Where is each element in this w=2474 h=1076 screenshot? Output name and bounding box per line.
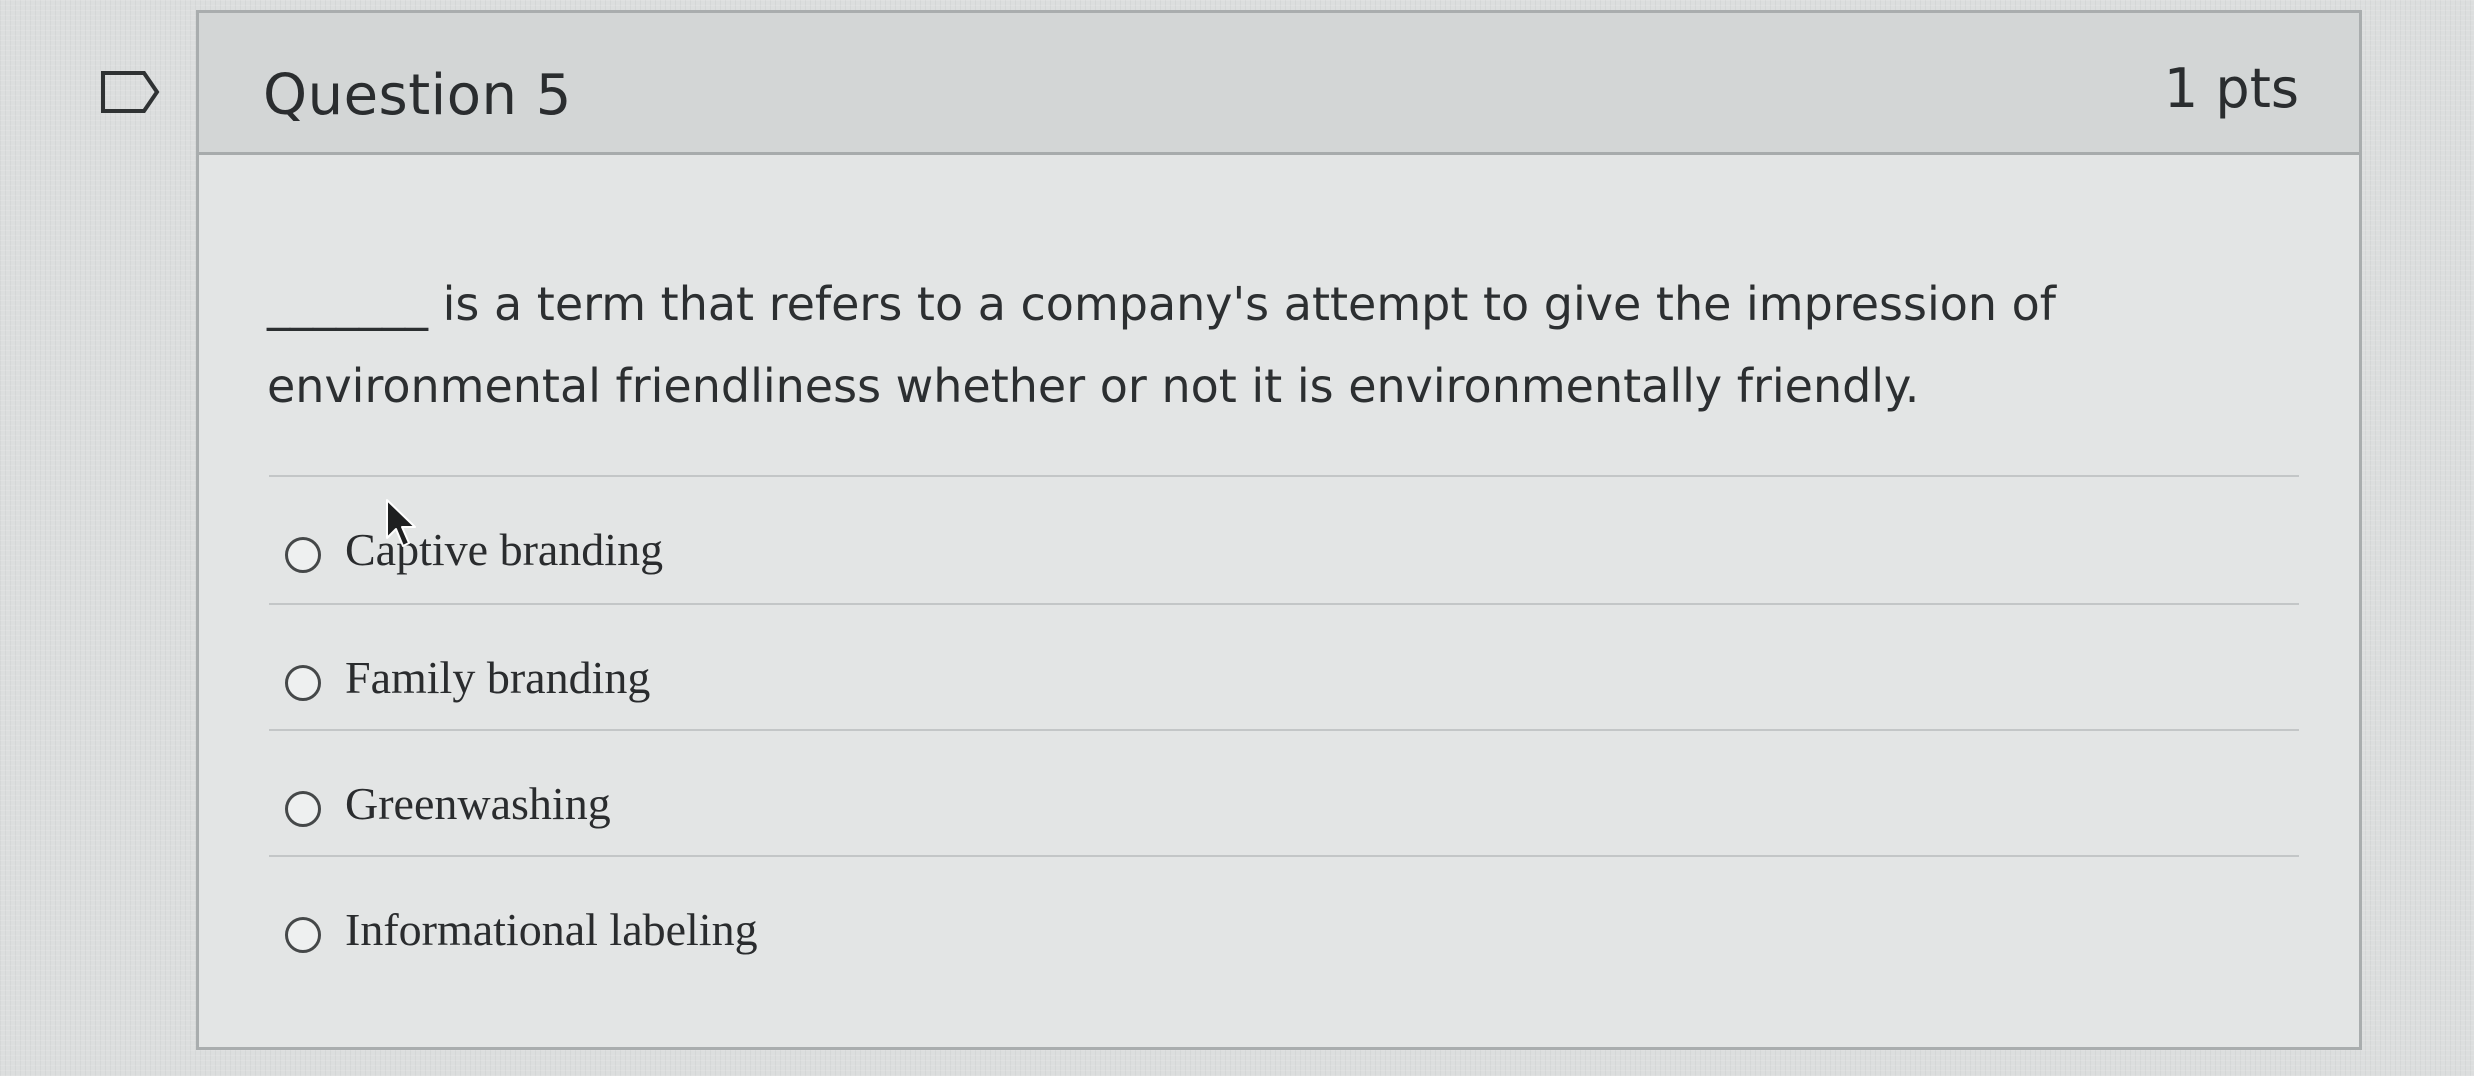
answer-label[interactable]: Informational labeling bbox=[345, 903, 758, 956]
mouse-pointer-icon bbox=[386, 499, 416, 547]
question-text: _______ is a term that refers to a compa… bbox=[267, 277, 2056, 413]
answer-option[interactable]: Captive branding bbox=[269, 475, 2299, 603]
bookmark-flag-icon[interactable] bbox=[100, 70, 160, 114]
radio-button-icon[interactable] bbox=[285, 791, 321, 827]
radio-button-icon[interactable] bbox=[285, 665, 321, 701]
answer-list: Captive branding Family branding Greenwa… bbox=[269, 475, 2299, 981]
radio-button-icon[interactable] bbox=[285, 537, 321, 573]
question-card: Question 5 1 pts _______ is a term that … bbox=[196, 10, 2362, 1050]
answer-option[interactable]: Greenwashing bbox=[269, 729, 2299, 855]
answer-option[interactable]: Informational labeling bbox=[269, 855, 2299, 981]
answer-label[interactable]: Greenwashing bbox=[345, 777, 611, 830]
question-points: 1 pts bbox=[2163, 57, 2299, 120]
answer-label[interactable]: Family branding bbox=[345, 651, 650, 704]
question-header: Question 5 1 pts bbox=[199, 13, 2359, 155]
radio-button-icon[interactable] bbox=[285, 917, 321, 953]
question-title: Question 5 bbox=[263, 63, 572, 128]
answer-option[interactable]: Family branding bbox=[269, 603, 2299, 729]
